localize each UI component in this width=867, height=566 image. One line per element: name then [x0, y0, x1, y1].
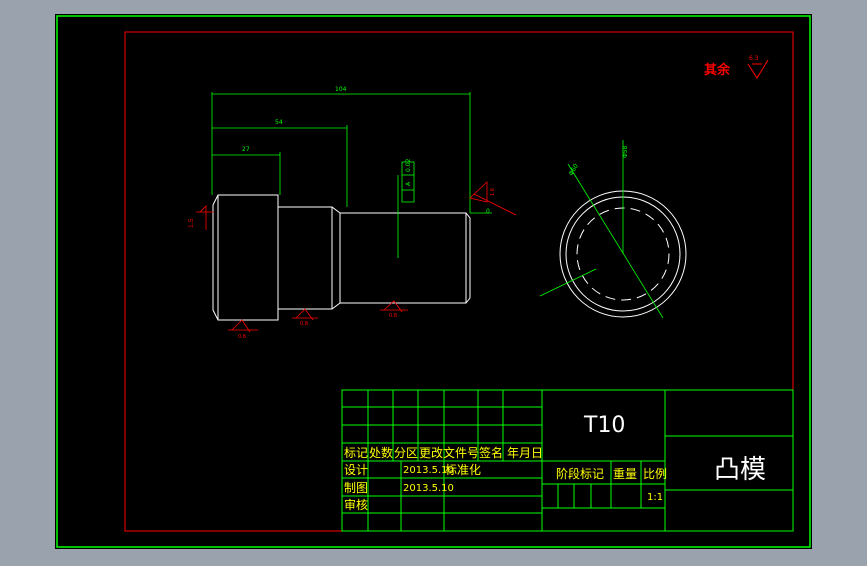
header-zone: 分区 — [394, 446, 418, 460]
part-name: 凸模 — [714, 455, 766, 485]
drawing-canvas: 其余 6.3 104 54 27 0 0.02 A 1.5 1.6 0.8 0.… — [55, 14, 812, 549]
roughness-value-bottom-2: 0.8 — [300, 321, 308, 327]
roughness-value-bottom-1: 0.8 — [238, 334, 246, 340]
header-count: 处数 — [369, 445, 393, 460]
roughness-note-label: 其余 — [704, 62, 731, 78]
tolerance-value: 0.02 — [405, 158, 412, 172]
weight-header: 重量 — [613, 467, 637, 481]
roughness-value-bottom-3: 0.8 — [389, 313, 397, 319]
row-review-role: 审核 — [344, 497, 368, 512]
dim-circle-dia2: Φ58 — [622, 145, 629, 158]
dim-gap: 0 — [486, 208, 490, 215]
cad-viewport: 其余 6.3 104 54 27 0 0.02 A 1.5 1.6 0.8 0.… — [0, 0, 867, 562]
header-date: 年月日 — [507, 446, 543, 460]
row-design-note: 标准化 — [445, 463, 481, 477]
material-label: T10 — [583, 413, 625, 438]
dim-length-54: 54 — [275, 119, 283, 126]
stage-mark-header: 阶段标记 — [556, 466, 604, 481]
dim-overall-length: 104 — [335, 86, 347, 93]
roughness-note-value: 6.3 — [749, 55, 759, 62]
row-drawing-role: 制图 — [344, 481, 368, 495]
row-design-role: 设计 — [344, 463, 368, 477]
header-mark: 标记 — [344, 446, 368, 460]
header-signature: 签名 — [479, 445, 503, 460]
row-drawing-date: 2013.5.10 — [403, 483, 454, 494]
roughness-value-right: 1.6 — [490, 188, 496, 196]
dim-length-27: 27 — [242, 146, 250, 153]
scale-value: 1:1 — [647, 492, 663, 503]
dim-chamfer: 1.5 — [188, 218, 195, 228]
header-change-doc: 更改文件号 — [419, 445, 479, 460]
scale-header: 比例 — [643, 467, 667, 481]
